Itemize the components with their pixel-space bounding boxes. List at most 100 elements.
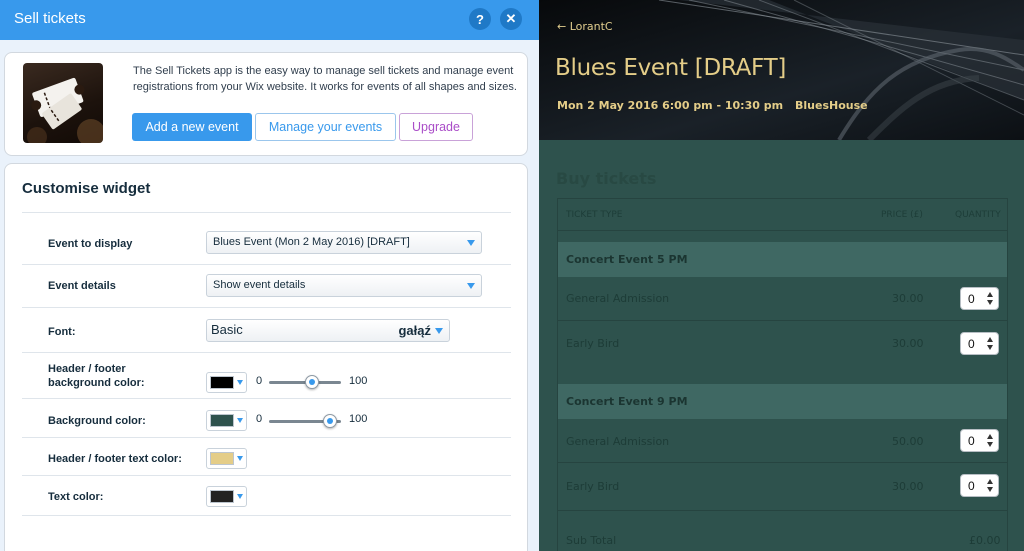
slider-thumb[interactable] [305,375,320,389]
color-swatch [210,452,234,465]
font-value: Basic [211,322,243,337]
color-swatch [210,376,234,389]
event-to-display-dropdown[interactable]: Blues Event (Mon 2 May 2016) [DRAFT] [206,231,482,254]
event-details-dropdown[interactable]: Show event details [206,274,482,297]
stepper-arrows-icon [987,479,993,492]
chevron-down-icon [237,456,243,461]
quantity-select[interactable]: 0 [960,429,999,452]
ticket-name: General Admission [566,435,670,448]
slider-thumb[interactable] [323,414,338,428]
manage-events-button[interactable]: Manage your events [255,113,396,141]
column-quantity: QUANTITY [955,210,1001,220]
chevron-down-icon [237,418,243,423]
font-label: Font: [48,326,76,338]
ticket-price: 30.00 [892,337,924,350]
close-button[interactable]: ✕ [500,8,522,30]
ticket-price: 30.00 [892,480,924,493]
stepper-arrows-icon [987,292,993,305]
row-divider [558,462,1007,463]
event-header: ← LorantC Blues Event [DRAFT] Mon 2 May … [539,0,1024,140]
opacity-max-label: 100 [349,413,368,425]
customise-widget-card: Customise widget Event to display Blues … [4,163,528,551]
settings-panel: Sell tickets ? ✕ The Sell Tickets app is… [0,0,539,551]
tickets-table: TICKET TYPE PRICE (£) QUANTITY Concert E… [557,198,1008,551]
quantity-value: 0 [968,434,975,448]
event-to-display-label: Event to display [48,238,133,250]
header-footer-bg-opacity-slider[interactable] [269,375,341,389]
column-price: PRICE (£) [881,210,923,220]
ticket-group-name: Concert Event 9 PM [566,395,688,408]
stepper-arrows-icon [987,434,993,447]
event-datetime: Mon 2 May 2016 6:00 pm - 10:30 pm [557,99,784,112]
help-button[interactable]: ? [469,8,491,30]
chevron-down-icon [467,283,475,289]
header-footer-bg-color-picker[interactable] [206,372,247,393]
opacity-max-label: 100 [349,375,368,387]
background-opacity-slider[interactable] [269,414,341,428]
divider [22,352,511,353]
ticket-name: General Admission [566,292,670,305]
widget-preview: ← LorantC Blues Event [DRAFT] Mon 2 May … [539,0,1024,551]
chevron-down-icon [237,380,243,385]
event-details-label: Event details [48,280,116,292]
panel-title: Sell tickets [14,10,86,27]
add-new-event-button[interactable]: Add a new event [132,113,252,141]
divider [22,398,511,399]
divider [22,475,511,476]
header-footer-bg-label: Header / footer background color: [48,362,145,390]
divider [22,212,511,213]
ticket-name: Early Bird [566,480,620,493]
back-link[interactable]: ← LorantC [557,20,613,33]
header-footer-text-color-picker[interactable] [206,448,247,469]
row-divider [558,320,1007,321]
customise-title: Customise widget [22,180,151,197]
chevron-down-icon [467,240,475,246]
event-venue: BluesHouse [795,99,868,112]
quantity-select[interactable]: 0 [960,287,999,310]
divider [22,515,511,516]
font-dropdown[interactable]: Basic gałąź [206,319,450,342]
quantity-select[interactable]: 0 [960,332,999,355]
ticket-name: Early Bird [566,337,620,350]
close-icon: ✕ [505,11,517,26]
subtotal-value: £0.00 [969,534,1001,547]
quantity-select[interactable]: 0 [960,474,999,497]
divider [22,264,511,265]
quantity-value: 0 [968,479,975,493]
opacity-min-label: 0 [256,375,263,387]
table-border [558,230,1007,231]
subtotal-label: Sub Total [566,534,617,547]
divider [22,437,511,438]
ticket-group-name: Concert Event 5 PM [566,253,688,266]
chevron-down-icon [237,494,243,499]
stepper-arrows-icon [987,337,993,350]
divider [22,307,511,308]
intro-card: The Sell Tickets app is the easy way to … [4,52,528,156]
background-color-picker[interactable] [206,410,247,431]
chevron-down-icon [435,328,443,334]
header-footer-bg-label-line1: Header / footer [48,363,126,375]
color-swatch [210,490,234,503]
row-divider [558,510,1007,511]
event-to-display-value: Blues Event (Mon 2 May 2016) [DRAFT] [213,236,410,248]
ticket-price: 50.00 [892,435,924,448]
text-color-picker[interactable] [206,486,247,507]
upgrade-button[interactable]: Upgrade [399,113,473,141]
quantity-value: 0 [968,337,975,351]
color-swatch [210,414,234,427]
ticket-group-header: Concert Event 9 PM [558,384,1007,419]
background-color-label: Background color: [48,415,146,427]
header-footer-bg-label-line2: background color: [48,377,145,389]
header-footer-text-color-label: Header / footer text color: [48,453,182,465]
ticket-group-header: Concert Event 5 PM [558,242,1007,277]
ticket-price: 30.00 [892,292,924,305]
event-details-value: Show event details [213,279,306,291]
text-color-label: Text color: [48,491,104,503]
intro-description: The Sell Tickets app is the easy way to … [133,65,517,93]
table-border [558,198,1007,199]
font-sample: gałąź [398,323,431,338]
quantity-value: 0 [968,292,975,306]
column-ticket-type: TICKET TYPE [566,210,623,220]
help-icon: ? [476,11,484,27]
opacity-min-label: 0 [256,413,263,425]
